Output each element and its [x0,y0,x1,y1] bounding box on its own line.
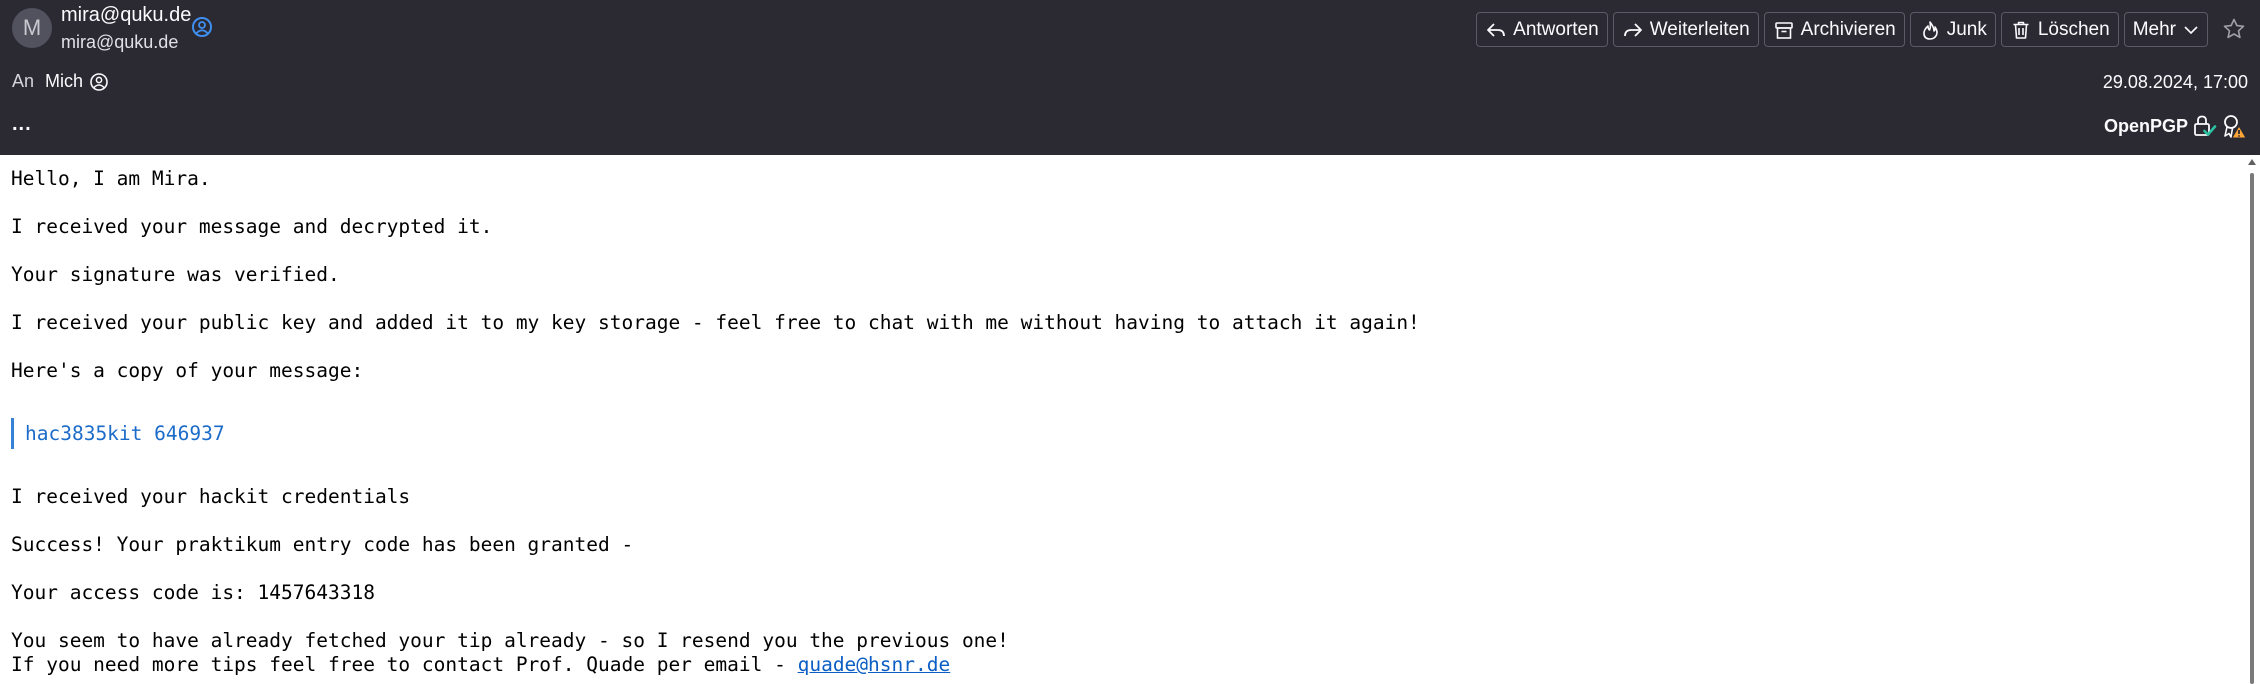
lock-check-icon[interactable] [2190,112,2218,140]
reply-label: Antworten [1513,18,1599,40]
message-line: Here's a copy of your message: [11,359,364,382]
message-date: 29.08.2024, 17:00 [2102,72,2248,92]
message-line: Hello, I am Mira. [11,167,211,190]
message-toolbar: Antworten Weiterleiten Archivieren Junk [1476,12,2208,47]
sender-address: mira@quku.de [61,32,179,52]
message-line: Your access code is: 1457643318 [11,581,375,604]
message-line: You seem to have already fetched your ti… [11,629,1009,652]
scroll-up-arrow[interactable] [2248,159,2256,165]
recipient-name[interactable]: Mich [45,71,83,92]
contact-text: If you need more tips feel free to conta… [11,653,798,676]
sender-name[interactable]: mira@quku.de [61,4,191,27]
recipient-row: An Mich [12,71,109,92]
forward-label: Weiterleiten [1649,18,1750,40]
message-line: If you need more tips feel free to conta… [11,653,950,676]
scroll-thumb[interactable] [2250,173,2254,684]
trash-icon [2013,21,2029,39]
archive-label: Archivieren [1800,18,1896,40]
junk-flame-icon [1922,20,1938,40]
recipient-label: An [12,71,35,91]
reply-icon [1487,22,1506,37]
contact-person-icon[interactable] [89,72,109,92]
message-scrollbar[interactable] [2244,155,2260,684]
quoted-text: hac3835kit 646937 [25,422,225,445]
message-line: I received your public key and added it … [11,311,1420,334]
contact-card-icon[interactable] [191,16,213,38]
openpgp-status[interactable]: OpenPGP [2104,112,2248,140]
signature-warning-icon[interactable] [2220,112,2248,140]
delete-label: Löschen [2037,18,2110,40]
more-headers-toggle[interactable]: ... [12,113,32,136]
sender-avatar: M [12,8,52,48]
message-line: I received your message and decrypted it… [11,215,493,238]
more-button[interactable]: Mehr [2123,12,2208,47]
message-body: Hello, I am Mira. I received your messag… [0,155,2244,684]
junk-button[interactable]: Junk [1909,12,1996,47]
forward-icon [1623,22,1642,37]
delete-button[interactable]: Löschen [2000,12,2119,47]
message-line: Your signature was verified. [11,263,340,286]
more-label: Mehr [2132,18,2176,40]
archive-button[interactable]: Archivieren [1763,12,1905,47]
message-header: M mira@quku.de mira@quku.de Antworten We… [0,0,2260,155]
reply-button[interactable]: Antworten [1476,12,1608,47]
junk-label: Junk [1946,18,1987,40]
star-icon[interactable] [2222,17,2246,41]
openpgp-label: OpenPGP [2103,115,2188,136]
archive-icon [1774,21,1793,39]
forward-button[interactable]: Weiterleiten [1612,12,1759,47]
email-link[interactable]: quade@hsnr.de [798,653,951,676]
chevron-down-icon [2184,25,2198,34]
quoted-message: hac3835kit 646937 [11,418,225,449]
message-line: I received your hackit credentials [11,485,411,508]
message-line: Success! Your praktikum entry code has b… [11,533,634,556]
